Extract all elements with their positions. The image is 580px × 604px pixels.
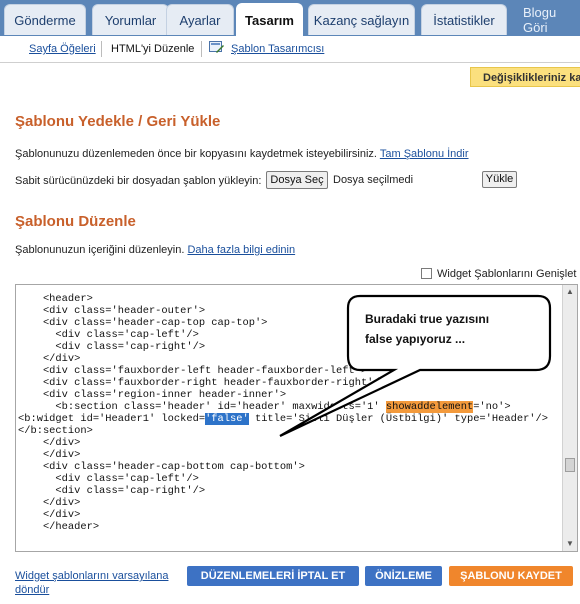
highlight-showaddelement: showaddelement [385, 401, 474, 413]
save-template-button[interactable]: ŞABLONU KAYDET [449, 566, 573, 586]
edit-heading: Şablonu Düzenle [15, 213, 136, 230]
preview-button[interactable]: ÖNİZLEME [365, 566, 442, 586]
code-line: </div> [18, 497, 81, 509]
page-elements-link[interactable]: Sayfa Öğeleri [29, 43, 96, 55]
code-line: <header> [18, 293, 93, 305]
code-line: <div class='cap-left'/> [18, 473, 199, 485]
highlight-false-value: 'false' [205, 413, 249, 425]
code-line: </div> [18, 437, 81, 449]
code-line: <div class='header-cap-top cap-top'> [18, 317, 268, 329]
reset-widgets-link[interactable]: Widget şablonlarını varsayılana döndür [15, 569, 195, 597]
cancel-edits-button[interactable]: DÜZENLEMELERİ İPTAL ET [187, 566, 359, 586]
code-line: </b:section> [18, 425, 93, 437]
code-line: <div class='cap-right'/> [18, 485, 206, 497]
backup-description: Şablonunuzu düzenlemeden önce bir kopyas… [15, 148, 469, 160]
code-line-widget: <b:widget id='Header1' locked='false' ti… [18, 413, 549, 425]
scroll-down-arrow-icon[interactable]: ▼ [564, 538, 576, 550]
backup-desc-text: Şablonunuzu düzenlemeden önce bir kopyas… [15, 148, 377, 160]
code-line: <div class='header-outer'> [18, 305, 206, 317]
tab-design[interactable]: Tasarım [236, 3, 303, 36]
expand-widgets-label: Widget Şablonlarını Genişlet [437, 268, 577, 280]
subnav-divider [101, 41, 102, 57]
upload-button[interactable]: Yükle [482, 171, 517, 188]
annotation-text: Buradaki true yazısını false yapıyoruz .… [365, 309, 489, 349]
top-tab-bar: Gönderme Yorumlar Ayarlar Tasarım Kazanç… [0, 0, 580, 36]
template-designer-link[interactable]: Şablon Tasarımcısı [231, 43, 324, 55]
code-line: </header> [18, 521, 100, 533]
tab-monetize[interactable]: Kazanç sağlayın [308, 4, 415, 35]
scroll-thumb[interactable] [565, 458, 575, 472]
design-subnav: Sayfa Öğeleri HTML'yi Düzenle Şablon Tas… [0, 36, 580, 63]
edit-description: Şablonunuzun içeriğini düzenleyin. Daha … [15, 244, 295, 256]
view-blog-link[interactable]: Blogu Göri [523, 4, 580, 35]
upload-label: Sabit sürücünüzdeki bir dosyadan şablon … [15, 175, 262, 187]
code-line: <div class='cap-left'/> [18, 329, 199, 341]
template-designer-icon [209, 41, 224, 53]
annotation-line-2: false yapıyoruz ... [365, 332, 466, 346]
code-line: <div class='cap-right'/> [18, 341, 206, 353]
edit-desc-text: Şablonunuzun içeriğini düzenleyin. [15, 244, 185, 256]
tab-posting[interactable]: Gönderme [4, 4, 86, 35]
tab-stats[interactable]: İstatistikler [421, 4, 507, 35]
download-template-link[interactable]: Tam Şablonu İndir [380, 148, 469, 160]
tab-comments[interactable]: Yorumlar [92, 4, 169, 35]
backup-heading: Şablonu Yedekle / Geri Yükle [15, 113, 221, 130]
code-line: <div class='fauxborder-left header-fauxb… [18, 365, 368, 377]
annotation-line-1: Buradaki true yazısını [365, 312, 490, 326]
scroll-up-arrow-icon[interactable]: ▲ [564, 286, 576, 298]
code-line: </div> [18, 509, 81, 521]
changes-notice: Değişiklikleriniz ka [470, 67, 580, 87]
subnav-divider [201, 41, 202, 57]
choose-file-button[interactable]: Dosya Seç [266, 171, 328, 189]
tab-settings[interactable]: Ayarlar [166, 4, 234, 35]
expand-widgets-checkbox[interactable] [421, 268, 432, 279]
code-line-section: <b:section class='header' id='header' ma… [18, 401, 511, 413]
edit-html-current: HTML'yi Düzenle [111, 43, 195, 55]
code-line: </div> [18, 353, 81, 365]
code-line: <div class='header-cap-bottom cap-bottom… [18, 461, 305, 473]
more-info-link[interactable]: Daha fazla bilgi edinin [187, 244, 295, 256]
editor-scrollbar[interactable]: ▲ ▼ [562, 285, 577, 551]
code-line: <div class='fauxborder-right header-faux… [18, 377, 386, 389]
no-file-text: Dosya seçilmedi [333, 174, 414, 186]
code-line: <div class='region-inner header-inner'> [18, 389, 287, 401]
code-line: </div> [18, 449, 81, 461]
